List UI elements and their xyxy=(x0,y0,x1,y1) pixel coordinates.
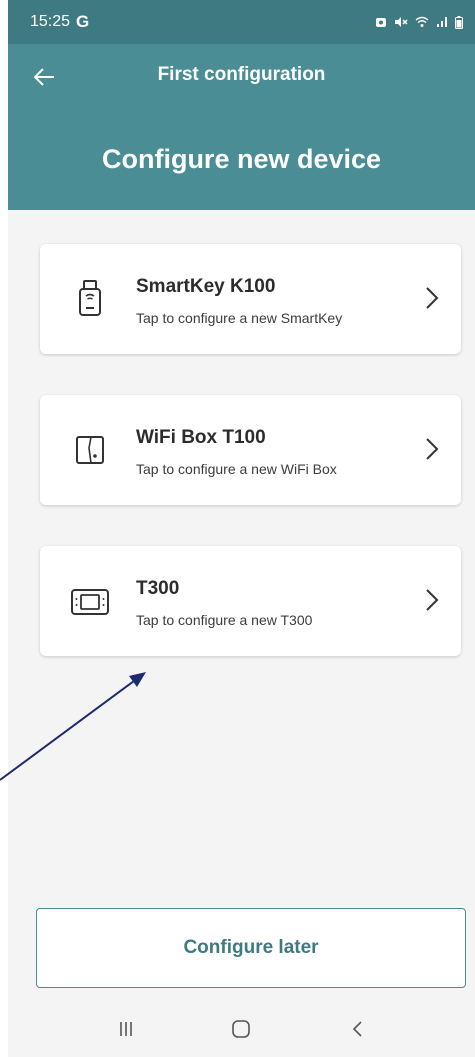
google-icon: G xyxy=(76,12,90,31)
device-subtitle: Tap to configure a new WiFi Box xyxy=(136,461,337,477)
back-nav-icon[interactable] xyxy=(337,1014,377,1044)
status-time-group: 15:25 G xyxy=(30,12,89,32)
page-title: Configure new device xyxy=(101,144,382,174)
configure-later-button[interactable]: Configure later xyxy=(36,908,466,988)
device-title: WiFi Box T100 xyxy=(136,427,266,448)
status-icons xyxy=(375,15,463,29)
app-bar: First configuration Configure new device xyxy=(8,44,475,210)
thermostat-icon xyxy=(70,579,110,623)
chevron-right-icon xyxy=(425,286,439,310)
alarm-icon xyxy=(375,16,387,28)
recent-apps-icon[interactable] xyxy=(106,1014,146,1044)
phone-screen: 15:25 G First configuration Configure ne… xyxy=(8,0,475,1057)
device-card-t300[interactable]: T300 Tap to configure a new T300 xyxy=(40,546,461,656)
mute-icon xyxy=(394,16,408,28)
smartkey-icon xyxy=(70,277,110,321)
wifi-box-icon xyxy=(70,428,110,472)
wifi-icon xyxy=(415,16,429,28)
status-bar: 15:25 G xyxy=(8,0,475,44)
device-subtitle: Tap to configure a new T300 xyxy=(136,612,313,628)
app-bar-title: First configuration xyxy=(157,64,326,85)
status-time: 15:25 xyxy=(30,13,71,30)
chevron-right-icon xyxy=(425,437,439,461)
device-title: SmartKey K100 xyxy=(136,276,276,297)
device-subtitle: Tap to configure a new SmartKey xyxy=(136,310,343,326)
device-card-wifi-box[interactable]: WiFi Box T100 Tap to configure a new WiF… xyxy=(40,395,461,505)
home-icon[interactable] xyxy=(221,1014,261,1044)
signal-icon xyxy=(436,16,448,28)
system-nav-bar xyxy=(8,1000,475,1057)
device-card-smartkey[interactable]: SmartKey K100 Tap to configure a new Sma… xyxy=(40,244,461,354)
chevron-right-icon xyxy=(425,588,439,612)
device-title: T300 xyxy=(136,578,180,599)
battery-icon xyxy=(455,15,463,29)
